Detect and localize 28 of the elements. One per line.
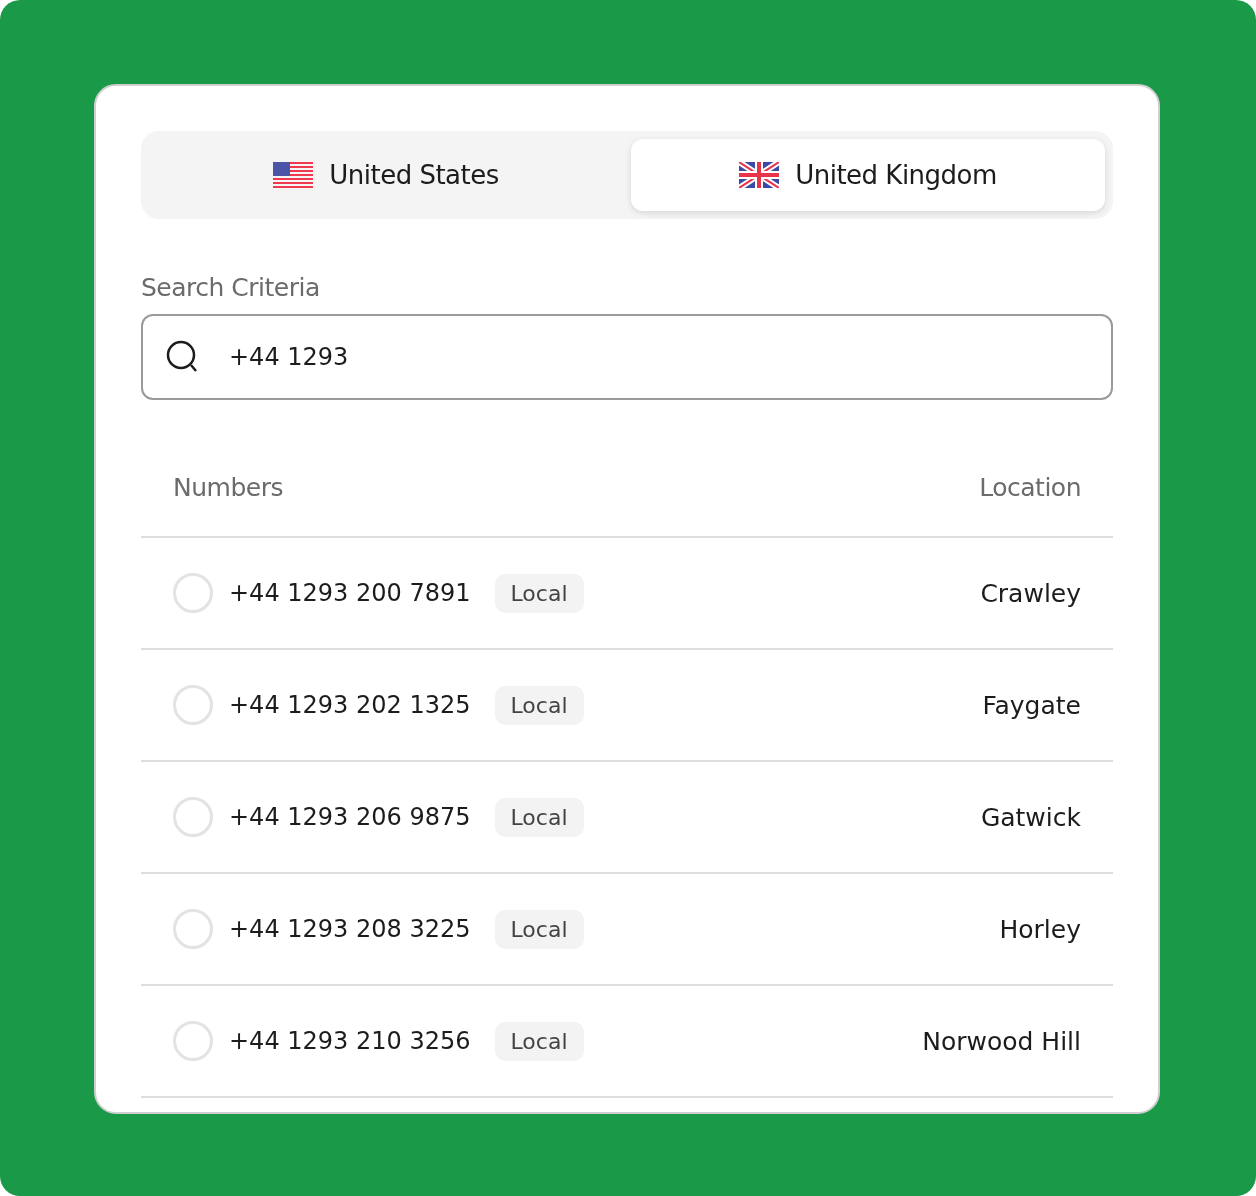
flag-icon: [273, 162, 314, 188]
flag-icon: [739, 162, 780, 188]
field-label: Search Criteria: [141, 273, 321, 302]
column-header: Location: [979, 472, 1081, 502]
type-badge: Local: [494, 685, 584, 725]
search-field[interactable]: +44 1293: [141, 314, 1113, 400]
column-header: Numbers: [173, 472, 283, 502]
location-text: Crawley: [980, 578, 1081, 608]
type-badge: Local: [494, 797, 584, 837]
location-text: Horley: [999, 914, 1081, 944]
type-badge: Local: [494, 909, 584, 949]
radio-button[interactable]: [173, 797, 213, 837]
country-tab[interactable]: United Kingdom: [631, 139, 1105, 211]
radio-button[interactable]: [173, 909, 213, 949]
location-text: Faygate: [982, 690, 1081, 720]
location-text: Norwood Hill: [922, 1026, 1081, 1056]
phone-number: +44 1293 200 7891: [229, 579, 471, 607]
country-tab[interactable]: United States: [149, 139, 623, 211]
phone-number: +44 1293 208 3225: [229, 915, 471, 943]
location-text: Gatwick: [980, 802, 1081, 832]
type-badge: Local: [494, 573, 584, 613]
radio-button[interactable]: [173, 1021, 213, 1061]
radio-button[interactable]: [173, 685, 213, 725]
phone-number: +44 1293 206 9875: [229, 803, 471, 831]
type-badge: Local: [494, 1021, 584, 1061]
radio-button[interactable]: [173, 573, 213, 613]
phone-number: +44 1293 202 1325: [229, 691, 471, 719]
phone-number: +44 1293 210 3256: [229, 1027, 471, 1055]
